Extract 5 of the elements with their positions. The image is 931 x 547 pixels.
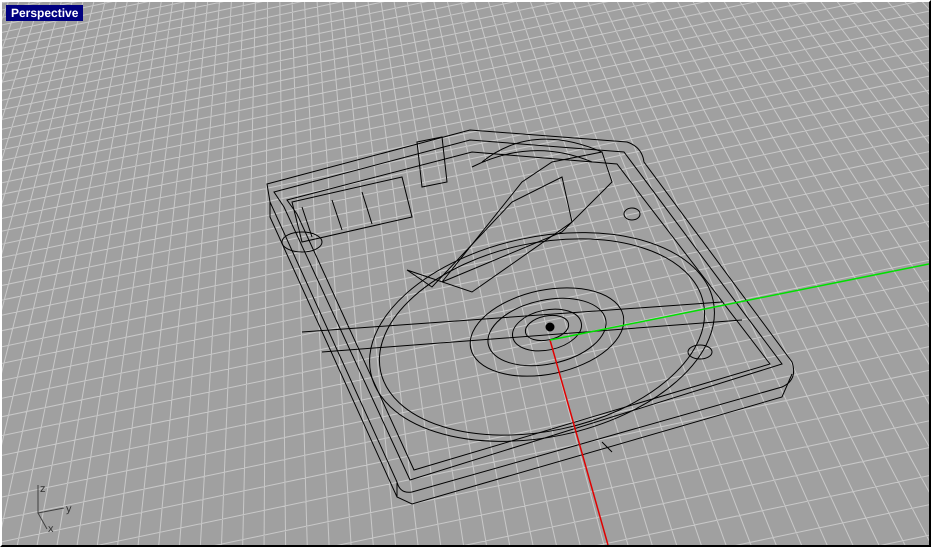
axis-label: z — [40, 483, 46, 495]
viewport-title[interactable]: Perspective — [6, 5, 84, 21]
axis-label: x — [48, 523, 54, 535]
axis-label: y — [66, 503, 72, 515]
perspective-viewport[interactable]: Perspective z y x — [0, 0, 931, 547]
